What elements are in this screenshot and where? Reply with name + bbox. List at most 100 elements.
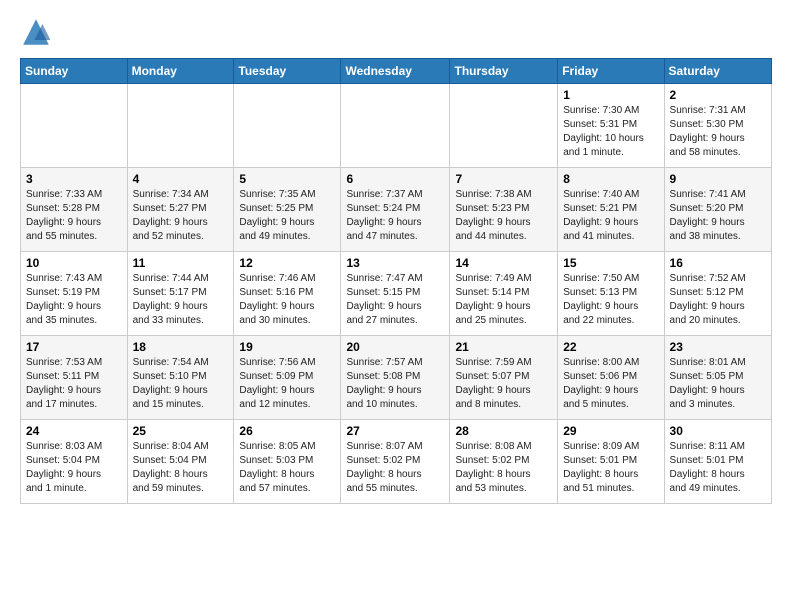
day-cell: 8 Sunrise: 7:40 AM Sunset: 5:21 PM Daylig…	[558, 168, 664, 252]
day-cell: 16Sunrise: 7:52 AM Sunset: 5:12 PM Dayli…	[664, 252, 771, 336]
logo-icon	[20, 16, 52, 48]
day-info: Sunrise: 7:40 AM Sunset: 5:21 PM Dayligh…	[563, 188, 658, 244]
day-cell	[21, 84, 128, 168]
day-cell: 27 Sunrise: 8:07 AM Sunset: 5:02 PM Dayli…	[341, 420, 450, 504]
day-cell: 15Sunrise: 7:50 AM Sunset: 5:13 PM Dayli…	[558, 252, 664, 336]
weekday-header-monday: Monday	[127, 59, 234, 84]
day-number: 22	[563, 340, 658, 354]
week-row-3: 10 Sunrise: 7:43 AM Sunset: 5:19 PM Dayli…	[21, 252, 772, 336]
day-number: 27	[346, 424, 444, 438]
day-info: Sunrise: 7:43 AM Sunset: 5:19 PM Dayligh…	[26, 272, 122, 328]
day-number: 24	[26, 424, 122, 438]
header	[20, 16, 772, 48]
day-info: Sunrise: 8:03 AM Sunset: 5:04 PM Dayligh…	[26, 440, 122, 496]
day-cell: 2 Sunrise: 7:31 AM Sunset: 5:30 PM Daylig…	[664, 84, 771, 168]
day-cell: 30 Sunrise: 8:11 AM Sunset: 5:01 PM Dayli…	[664, 420, 771, 504]
day-info: Sunrise: 7:38 AM Sunset: 5:23 PM Dayligh…	[455, 188, 552, 244]
day-number: 6	[346, 172, 444, 186]
day-cell: 25Sunrise: 8:04 AM Sunset: 5:04 PM Dayli…	[127, 420, 234, 504]
day-cell	[234, 84, 341, 168]
day-cell: 7 Sunrise: 7:38 AM Sunset: 5:23 PM Daylig…	[450, 168, 558, 252]
day-number: 19	[239, 340, 335, 354]
day-number: 16	[670, 256, 766, 270]
day-info: Sunrise: 7:46 AM Sunset: 5:16 PM Dayligh…	[239, 272, 335, 328]
weekday-header-thursday: Thursday	[450, 59, 558, 84]
weekday-header-sunday: Sunday	[21, 59, 128, 84]
weekday-header-wednesday: Wednesday	[341, 59, 450, 84]
day-number: 23	[670, 340, 766, 354]
day-cell: 3 Sunrise: 7:33 AM Sunset: 5:28 PM Daylig…	[21, 168, 128, 252]
day-cell: 21 Sunrise: 7:59 AM Sunset: 5:07 PM Dayli…	[450, 336, 558, 420]
day-info: Sunrise: 8:08 AM Sunset: 5:02 PM Dayligh…	[455, 440, 552, 496]
day-number: 2	[670, 88, 766, 102]
day-cell: 20Sunrise: 7:57 AM Sunset: 5:08 PM Dayli…	[341, 336, 450, 420]
day-number: 11	[133, 256, 229, 270]
day-number: 21	[455, 340, 552, 354]
day-cell: 24 Sunrise: 8:03 AM Sunset: 5:04 PM Dayli…	[21, 420, 128, 504]
day-number: 5	[239, 172, 335, 186]
day-cell: 26 Sunrise: 8:05 AM Sunset: 5:03 PM Dayli…	[234, 420, 341, 504]
page: SundayMondayTuesdayWednesdayThursdayFrid…	[0, 0, 792, 514]
day-number: 14	[455, 256, 552, 270]
day-number: 26	[239, 424, 335, 438]
day-info: Sunrise: 7:54 AM Sunset: 5:10 PM Dayligh…	[133, 356, 229, 412]
day-number: 28	[455, 424, 552, 438]
week-row-5: 24 Sunrise: 8:03 AM Sunset: 5:04 PM Dayli…	[21, 420, 772, 504]
day-info: Sunrise: 7:35 AM Sunset: 5:25 PM Dayligh…	[239, 188, 335, 244]
day-info: Sunrise: 8:05 AM Sunset: 5:03 PM Dayligh…	[239, 440, 335, 496]
day-cell: 1Sunrise: 7:30 AM Sunset: 5:31 PM Daylig…	[558, 84, 664, 168]
calendar: SundayMondayTuesdayWednesdayThursdayFrid…	[20, 58, 772, 504]
day-number: 3	[26, 172, 122, 186]
day-cell: 14 Sunrise: 7:49 AM Sunset: 5:14 PM Dayli…	[450, 252, 558, 336]
day-info: Sunrise: 7:31 AM Sunset: 5:30 PM Dayligh…	[670, 104, 766, 160]
day-number: 1	[563, 88, 658, 102]
day-cell: 18Sunrise: 7:54 AM Sunset: 5:10 PM Dayli…	[127, 336, 234, 420]
day-cell: 12 Sunrise: 7:46 AM Sunset: 5:16 PM Dayli…	[234, 252, 341, 336]
weekday-header-saturday: Saturday	[664, 59, 771, 84]
day-info: Sunrise: 7:50 AM Sunset: 5:13 PM Dayligh…	[563, 272, 658, 328]
day-cell: 4 Sunrise: 7:34 AM Sunset: 5:27 PM Daylig…	[127, 168, 234, 252]
day-cell: 11 Sunrise: 7:44 AM Sunset: 5:17 PM Dayli…	[127, 252, 234, 336]
day-number: 8	[563, 172, 658, 186]
day-number: 10	[26, 256, 122, 270]
day-info: Sunrise: 8:07 AM Sunset: 5:02 PM Dayligh…	[346, 440, 444, 496]
day-info: Sunrise: 7:41 AM Sunset: 5:20 PM Dayligh…	[670, 188, 766, 244]
day-number: 13	[346, 256, 444, 270]
day-cell: 13 Sunrise: 7:47 AM Sunset: 5:15 PM Dayli…	[341, 252, 450, 336]
day-number: 30	[670, 424, 766, 438]
day-info: Sunrise: 7:56 AM Sunset: 5:09 PM Dayligh…	[239, 356, 335, 412]
week-row-2: 3 Sunrise: 7:33 AM Sunset: 5:28 PM Daylig…	[21, 168, 772, 252]
logo	[20, 16, 56, 48]
day-info: Sunrise: 8:04 AM Sunset: 5:04 PM Dayligh…	[133, 440, 229, 496]
calendar-header: SundayMondayTuesdayWednesdayThursdayFrid…	[21, 59, 772, 84]
day-cell: 19 Sunrise: 7:56 AM Sunset: 5:09 PM Dayli…	[234, 336, 341, 420]
day-cell: 22 Sunrise: 8:00 AM Sunset: 5:06 PM Dayli…	[558, 336, 664, 420]
day-info: Sunrise: 8:00 AM Sunset: 5:06 PM Dayligh…	[563, 356, 658, 412]
day-info: Sunrise: 7:34 AM Sunset: 5:27 PM Dayligh…	[133, 188, 229, 244]
day-info: Sunrise: 7:44 AM Sunset: 5:17 PM Dayligh…	[133, 272, 229, 328]
day-info: Sunrise: 7:59 AM Sunset: 5:07 PM Dayligh…	[455, 356, 552, 412]
weekday-header-friday: Friday	[558, 59, 664, 84]
calendar-body: 1Sunrise: 7:30 AM Sunset: 5:31 PM Daylig…	[21, 84, 772, 504]
day-cell	[341, 84, 450, 168]
day-info: Sunrise: 7:47 AM Sunset: 5:15 PM Dayligh…	[346, 272, 444, 328]
day-number: 20	[346, 340, 444, 354]
day-cell: 10 Sunrise: 7:43 AM Sunset: 5:19 PM Dayli…	[21, 252, 128, 336]
week-row-1: 1Sunrise: 7:30 AM Sunset: 5:31 PM Daylig…	[21, 84, 772, 168]
day-info: Sunrise: 7:49 AM Sunset: 5:14 PM Dayligh…	[455, 272, 552, 328]
day-info: Sunrise: 8:11 AM Sunset: 5:01 PM Dayligh…	[670, 440, 766, 496]
day-info: Sunrise: 8:01 AM Sunset: 5:05 PM Dayligh…	[670, 356, 766, 412]
week-row-4: 17 Sunrise: 7:53 AM Sunset: 5:11 PM Dayli…	[21, 336, 772, 420]
day-number: 17	[26, 340, 122, 354]
day-info: Sunrise: 7:33 AM Sunset: 5:28 PM Dayligh…	[26, 188, 122, 244]
day-number: 4	[133, 172, 229, 186]
day-info: Sunrise: 7:53 AM Sunset: 5:11 PM Dayligh…	[26, 356, 122, 412]
day-cell	[450, 84, 558, 168]
day-number: 9	[670, 172, 766, 186]
day-cell: 23 Sunrise: 8:01 AM Sunset: 5:05 PM Dayli…	[664, 336, 771, 420]
weekday-row: SundayMondayTuesdayWednesdayThursdayFrid…	[21, 59, 772, 84]
day-number: 29	[563, 424, 658, 438]
day-cell: 28 Sunrise: 8:08 AM Sunset: 5:02 PM Dayli…	[450, 420, 558, 504]
day-number: 7	[455, 172, 552, 186]
day-number: 12	[239, 256, 335, 270]
